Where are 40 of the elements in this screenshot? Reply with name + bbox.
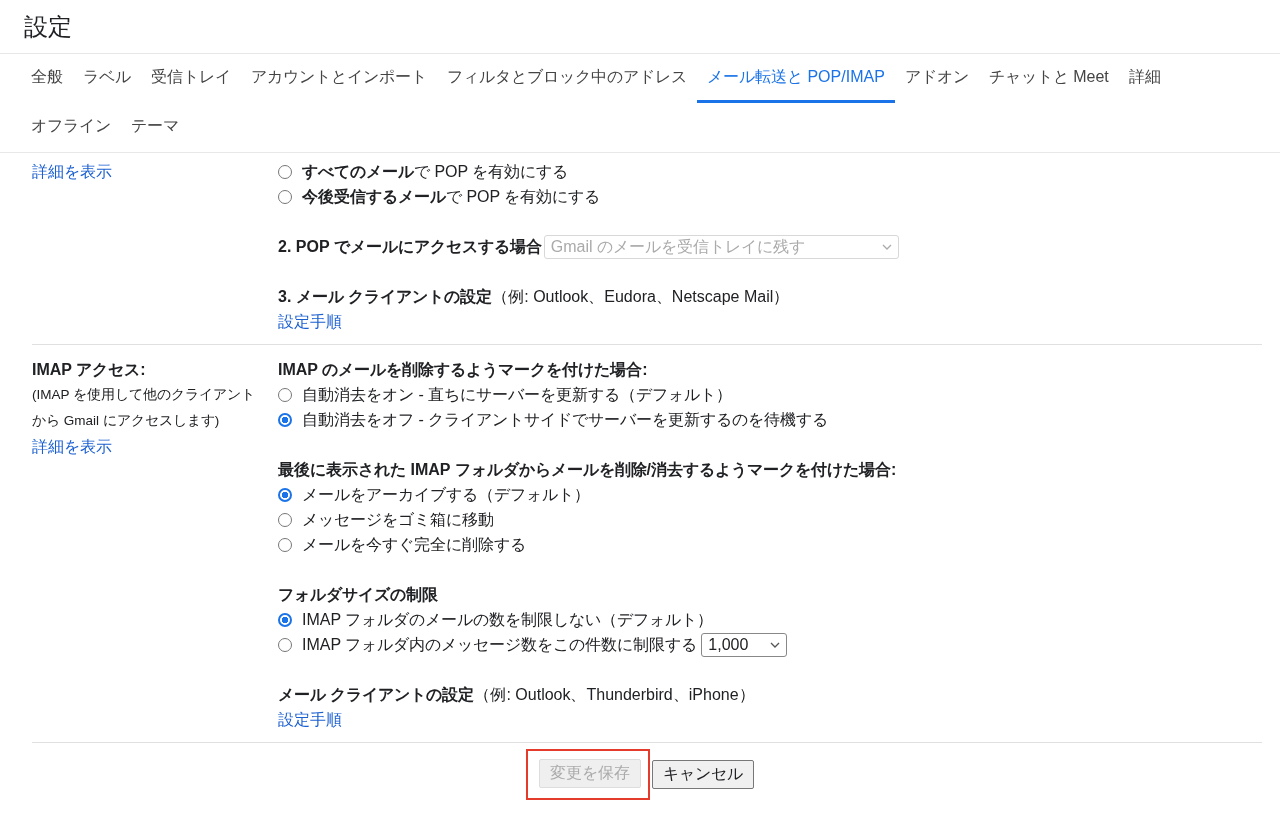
option-label: 自動消去をオフ - クライアントサイドでサーバーを更新するのを待機する [302, 410, 829, 430]
group-heading: IMAP のメールを削除するようマークを付けた場合: [278, 360, 649, 381]
chevron-icon [770, 641, 781, 648]
group-heading: フォルダサイズの制限 [278, 585, 439, 605]
settings-tab[interactable]: 受信トレイ [141, 54, 241, 103]
radio-button[interactable] [278, 487, 292, 502]
option-label: メッセージをゴミ箱に移動 [302, 510, 494, 530]
limit-select[interactable]: 1,000 [701, 632, 788, 657]
group-heading: 最後に表示された IMAP フォルダからメールを削除/消去するようマークを付けた場合: [278, 460, 897, 481]
settings-tab[interactable]: ラベル [73, 54, 141, 103]
setting-label: メール クライアントの設定（例: Outlook、Thunderbird、iPhone） [278, 685, 755, 705]
settings-tab[interactable]: アカウントとインポート [241, 54, 437, 103]
section-title: IMAP アクセス: [32, 360, 146, 380]
cancel-button[interactable]: キャンセル [652, 760, 754, 789]
settings-tab[interactable]: オフライン [21, 103, 121, 152]
setting-label: 3. メール クライアントの設定（例: Outlook、Eudora、Netscape Mail） [278, 287, 790, 307]
chevron-icon [881, 243, 892, 250]
settings-tab[interactable]: アドオン [894, 54, 979, 103]
settings-tab[interactable]: チャットと Meet [978, 54, 1119, 103]
settings-tab[interactable]: メール転送と POP/IMAP [697, 54, 895, 103]
instructions-link[interactable]: 設定手順 [278, 313, 342, 330]
settings-tab[interactable]: 全般 [21, 54, 73, 103]
radio-button[interactable] [278, 612, 292, 627]
section-description: (IMAP を使用して他のクライアントから Gmail にアクセスします) [32, 386, 256, 430]
option-label: メールを今すぐ完全に削除する [302, 535, 526, 555]
option-label: IMAP フォルダ内のメッセージ数をこの件数に制限する [302, 635, 698, 655]
settings-tab[interactable]: フィルタとブロック中のアドレス [437, 54, 697, 103]
option-label: すべてのメールで POP を有効にする [302, 162, 569, 182]
radio-button[interactable] [278, 412, 292, 427]
page-title: 設定 [24, 11, 72, 42]
settings-tab[interactable]: テーマ [121, 103, 189, 152]
instructions-link[interactable]: 設定手順 [278, 711, 342, 728]
option-label: 自動消去をオン - 直ちにサーバーを更新する（デフォルト） [302, 385, 733, 405]
option-label: 今後受信するメールで POP を有効にする [302, 187, 601, 207]
details-link[interactable]: 詳細を表示 [32, 434, 112, 459]
settings-tab[interactable]: 詳細 [1118, 54, 1171, 103]
option-label: IMAP フォルダのメールの数を制限しない（デフォルト） [302, 610, 714, 630]
setting-label: 2. POP でメールにアクセスする場合 [278, 237, 542, 257]
option-label: メールをアーカイブする（デフォルト） [302, 485, 590, 505]
details-link[interactable]: 詳細を表示 [32, 159, 112, 184]
